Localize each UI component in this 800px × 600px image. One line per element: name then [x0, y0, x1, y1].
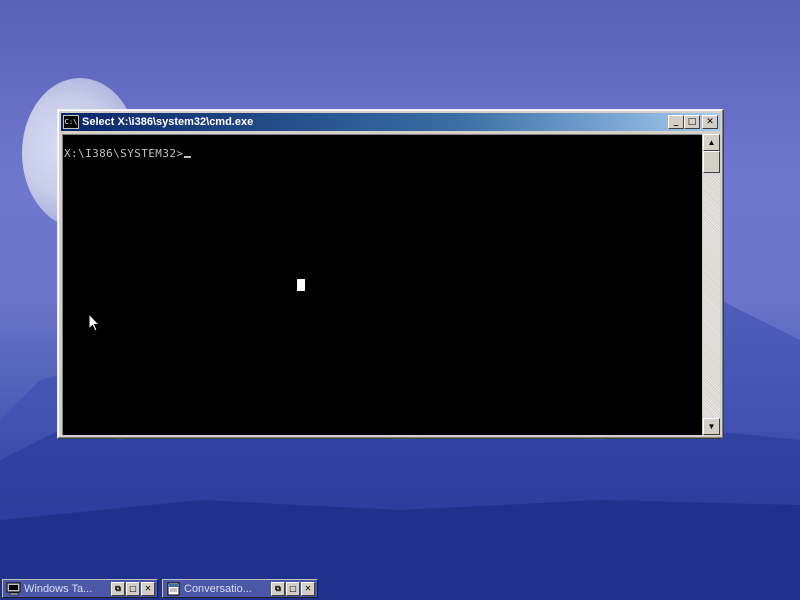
- cmd-icon[interactable]: C:\: [63, 115, 79, 129]
- command-prompt-line: X:\I386\SYSTEM32>: [64, 147, 192, 160]
- task-restore-button[interactable]: ⧉: [271, 581, 285, 596]
- mouse-pointer-icon: [88, 313, 101, 332]
- minimize-button[interactable]: _: [668, 115, 684, 129]
- selection-cursor: [297, 279, 305, 291]
- window-title: Select X:\i386\system32\cmd.exe: [82, 116, 254, 128]
- restore-button[interactable]: □: [684, 115, 700, 129]
- task-close-button[interactable]: ✕: [301, 581, 315, 596]
- scroll-up-button[interactable]: ▲: [703, 134, 720, 151]
- scroll-thumb[interactable]: [703, 151, 720, 173]
- taskbar-item-conversation[interactable]: Conversatio... ⧉ □ ✕: [162, 579, 318, 598]
- task-maximize-button[interactable]: □: [286, 581, 300, 596]
- document-icon: [167, 582, 180, 595]
- scroll-down-button[interactable]: ▼: [703, 418, 720, 435]
- close-button[interactable]: ✕: [702, 115, 718, 129]
- taskbar: Windows Ta... ⧉ □ ✕ Conversatio... ⧉ □ ✕: [0, 577, 800, 600]
- vertical-scrollbar[interactable]: ▲ ▼: [703, 134, 720, 435]
- task-close-button[interactable]: ✕: [141, 581, 155, 596]
- console-output[interactable]: X:\I386\SYSTEM32>: [62, 134, 702, 435]
- text-caret: [184, 156, 192, 158]
- taskbar-item-windows-task[interactable]: Windows Ta... ⧉ □ ✕: [2, 579, 158, 598]
- task-maximize-button[interactable]: □: [126, 581, 140, 596]
- computer-icon: [6, 582, 21, 595]
- taskbar-item-label: Conversatio...: [184, 582, 252, 595]
- prompt-text: X:\I386\SYSTEM32>: [64, 147, 184, 160]
- taskbar-item-label: Windows Ta...: [24, 582, 93, 595]
- window-titlebar[interactable]: C:\ Select X:\i386\system32\cmd.exe _ □ …: [61, 113, 720, 131]
- task-restore-button[interactable]: ⧉: [111, 581, 125, 596]
- cmd-window[interactable]: C:\ Select X:\i386\system32\cmd.exe _ □ …: [57, 109, 724, 439]
